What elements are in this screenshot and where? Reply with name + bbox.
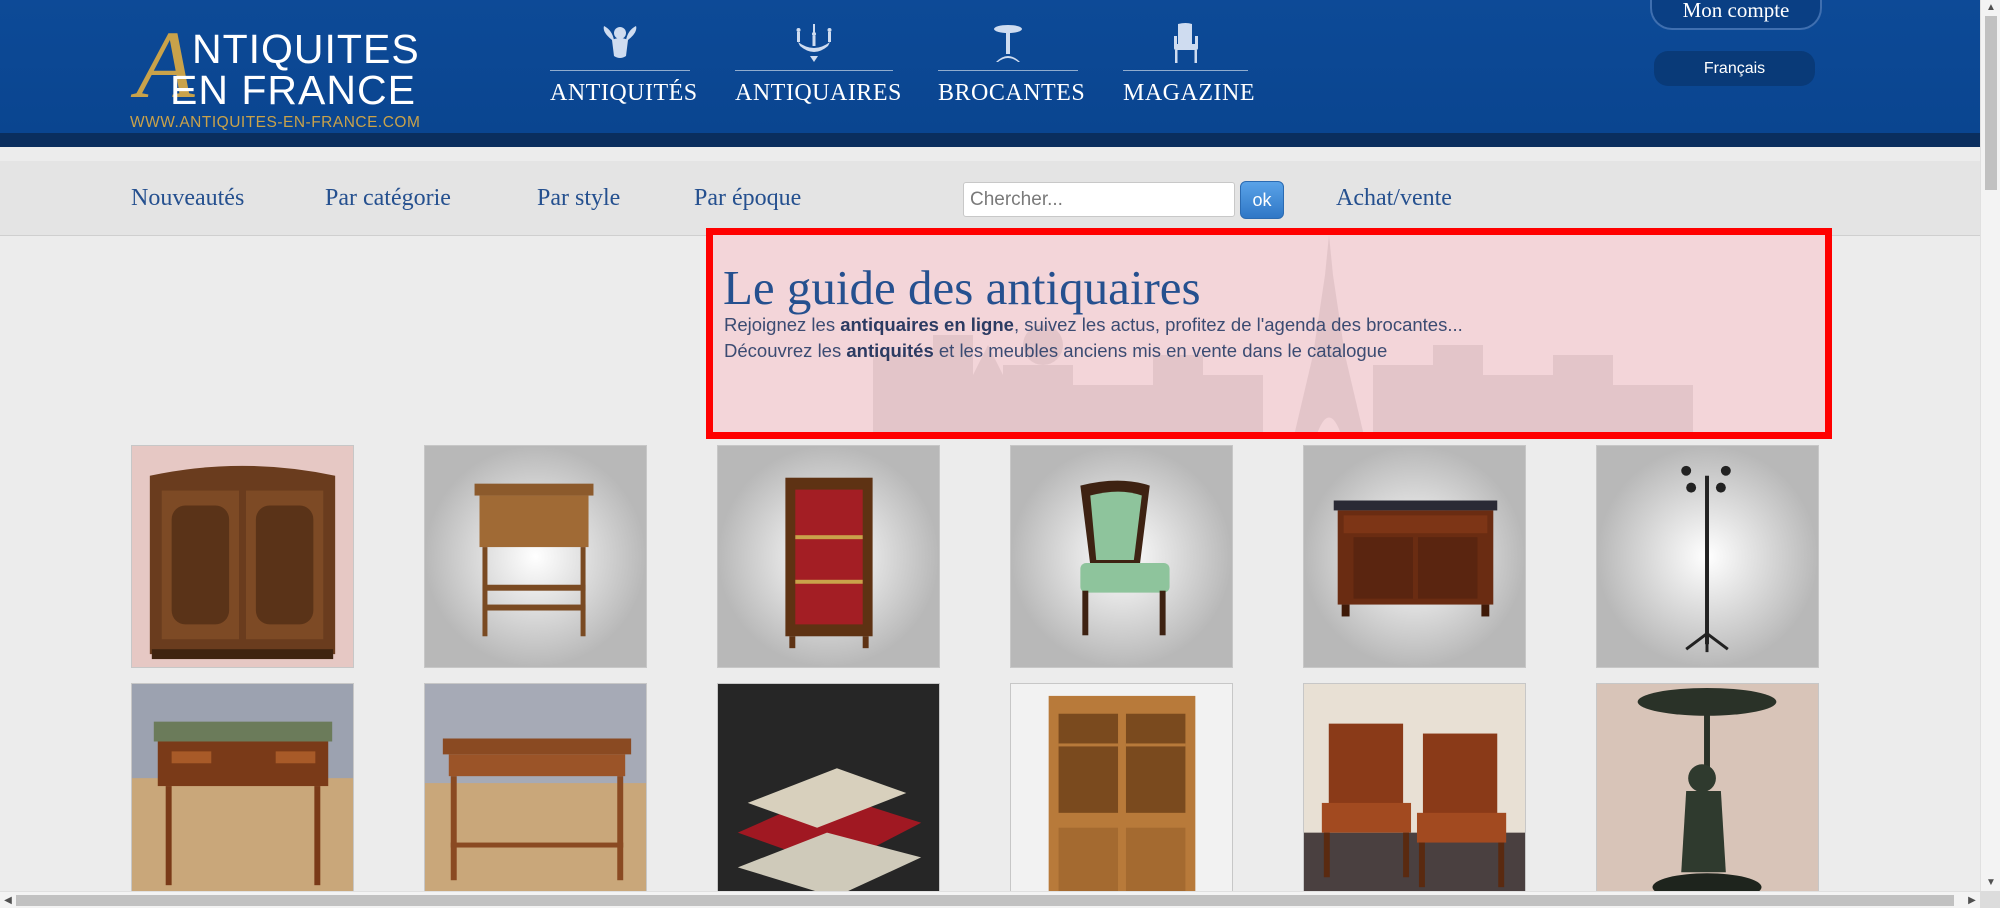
subnav-link-par-categorie[interactable]: Par catégorie	[325, 185, 451, 212]
scroll-down-arrow-icon[interactable]: ▼	[1981, 875, 2000, 891]
product-grid	[131, 445, 1823, 906]
product-leather-chairs[interactable]	[1303, 683, 1526, 906]
horizontal-scroll-thumb[interactable]	[16, 895, 1954, 906]
site-logo[interactable]: A NTIQUITES EN FRANCE WWW.ANTIQUITES-EN-…	[130, 17, 450, 135]
link-antiquaires-en-ligne[interactable]: antiquaires en ligne	[840, 314, 1014, 335]
hero-title: Le guide des antiquaires	[723, 260, 1201, 315]
scroll-right-arrow-icon[interactable]: ▶	[1964, 892, 1980, 908]
product-bronze-statue[interactable]	[1596, 683, 1819, 906]
nav-item-brocantes[interactable]: BROCANTES	[938, 22, 1085, 107]
site-header: A NTIQUITES EN FRANCE WWW.ANTIQUITES-EN-…	[0, 0, 1980, 147]
product-armoire[interactable]	[131, 445, 354, 668]
product-side-table[interactable]	[424, 445, 647, 668]
account-button[interactable]: Mon compte	[1650, 0, 1822, 30]
secondary-nav: Nouveautés Par catégorie Par style Par é…	[0, 161, 1980, 236]
nav-item-antiquaires[interactable]: ANTIQUAIRES	[735, 22, 901, 107]
gueridon-table-icon	[994, 25, 1022, 62]
scrollbar-corner	[1980, 891, 2000, 908]
language-selector[interactable]: Français	[1654, 51, 1815, 86]
scroll-left-arrow-icon[interactable]: ◀	[0, 892, 16, 908]
hero-line-2: Découvrez les antiquités et les meubles …	[724, 340, 1388, 361]
product-vitrine[interactable]	[717, 445, 940, 668]
logo-url: WWW.ANTIQUITES-EN-FRANCE.COM	[130, 114, 421, 131]
subnav-link-par-epoque[interactable]: Par époque	[694, 185, 801, 212]
logo-line1: NTIQUITES	[192, 26, 420, 72]
cherub-icon	[603, 26, 637, 58]
link-antiquites[interactable]: antiquités	[846, 340, 933, 361]
product-commode[interactable]	[1303, 445, 1526, 668]
nav-item-magazine[interactable]: MAGAZINE	[1123, 22, 1254, 107]
product-bookcase[interactable]	[1010, 683, 1233, 906]
subnav-link-par-style[interactable]: Par style	[537, 185, 620, 212]
search-submit-button[interactable]: ok	[1240, 181, 1284, 219]
subnav-link-achat-vente[interactable]: Achat/vente	[1336, 185, 1452, 212]
search-input[interactable]	[963, 182, 1235, 217]
scroll-up-arrow-icon[interactable]: ▲	[1981, 0, 2000, 16]
hero-banner: Le guide des antiquaires Rejoignez les a…	[706, 228, 1832, 439]
nav-label: ANTIQUITÉS	[550, 80, 698, 106]
nav-item-antiquites[interactable]: ANTIQUITÉS	[550, 22, 697, 107]
nav-label: MAGAZINE	[1123, 80, 1255, 106]
nav-label: ANTIQUAIRES	[735, 80, 902, 106]
armchair-icon	[1173, 23, 1198, 63]
product-chair[interactable]	[1010, 445, 1233, 668]
product-coat-stand[interactable]	[1596, 445, 1819, 668]
hero-line-1: Rejoignez les antiquaires en ligne, suiv…	[724, 314, 1463, 335]
chandelier-icon	[796, 24, 832, 62]
product-boxes[interactable]	[717, 683, 940, 906]
vertical-scrollbar[interactable]: ▲ ▼	[1980, 0, 2000, 891]
nav-label: BROCANTES	[938, 80, 1086, 106]
subnav-link-nouveautes[interactable]: Nouveautés	[131, 185, 244, 212]
product-desk[interactable]	[131, 683, 354, 906]
horizontal-scrollbar[interactable]: ◀ ▶	[0, 891, 1980, 908]
vertical-scroll-thumb[interactable]	[1985, 16, 1997, 190]
product-console-table[interactable]	[424, 683, 647, 906]
logo-line2: EN FRANCE	[170, 67, 416, 113]
